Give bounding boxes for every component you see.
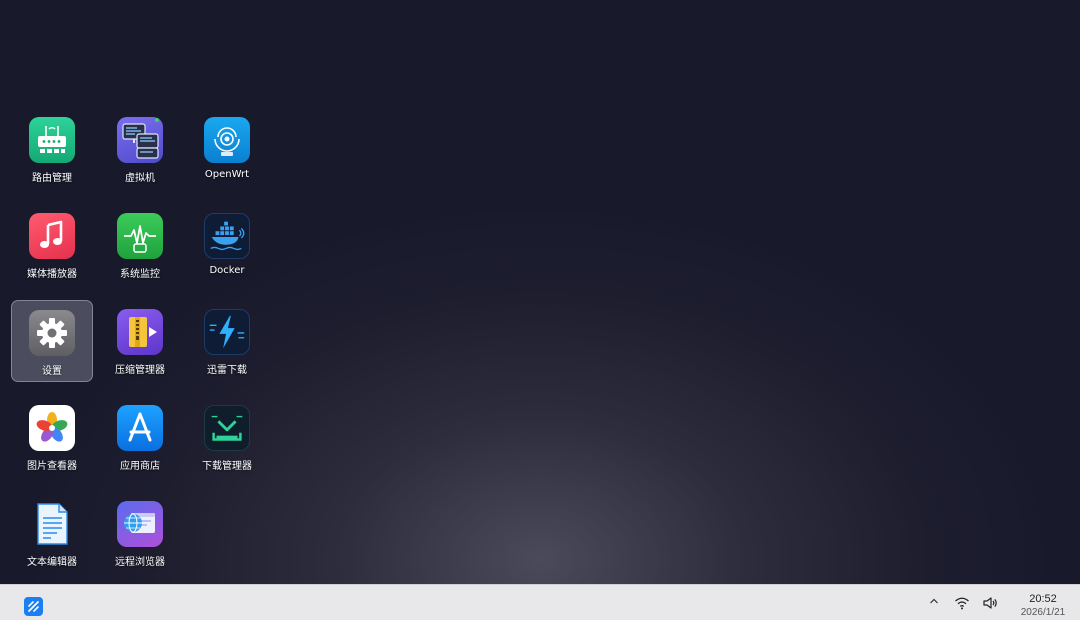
- app-docker[interactable]: Docker: [186, 204, 268, 286]
- app-label: 系统监控: [120, 269, 160, 280]
- photo-flower-icon: [29, 405, 75, 451]
- clock-date: 2026/1/21: [1020, 607, 1066, 618]
- document-icon: [29, 501, 75, 547]
- app-download-manager[interactable]: 下载管理器: [186, 396, 268, 478]
- app-label: 应用商店: [120, 461, 160, 472]
- taskbar: 20:52 2026/1/21: [0, 584, 1080, 620]
- app-media-player[interactable]: 媒体播放器: [11, 204, 93, 286]
- lightning-icon: [204, 309, 250, 355]
- app-label: 虚拟机: [125, 173, 155, 184]
- speaker-icon[interactable]: [982, 596, 998, 610]
- virtual-machine-icon: [117, 117, 163, 163]
- chevron-up-icon[interactable]: [927, 594, 941, 608]
- download-tray-icon: [204, 405, 250, 451]
- app-thunder-download[interactable]: 迅雷下载: [186, 300, 268, 382]
- app-openwrt[interactable]: OpenWrt: [186, 108, 268, 190]
- app-label: 图片查看器: [27, 461, 77, 472]
- docker-whale-icon: [204, 213, 250, 259]
- start-logo-icon: [28, 601, 39, 612]
- app-app-store[interactable]: 应用商店: [99, 396, 181, 478]
- pulse-monitor-icon: [117, 213, 163, 259]
- app-text-editor[interactable]: 文本编辑器: [11, 492, 93, 574]
- globe-browser-icon: [117, 501, 163, 547]
- app-label: Docker: [209, 265, 245, 276]
- app-label: 路由管理: [32, 173, 72, 184]
- wifi-icon[interactable]: [954, 596, 970, 610]
- app-label: OpenWrt: [204, 169, 250, 180]
- archive-icon: [117, 309, 163, 355]
- app-store-icon: [117, 405, 163, 451]
- app-remote-browser[interactable]: 远程浏览器: [99, 492, 181, 574]
- app-label: 文本编辑器: [27, 557, 77, 568]
- app-label: 设置: [42, 366, 62, 377]
- app-label: 下载管理器: [202, 461, 252, 472]
- app-settings[interactable]: 设置: [11, 300, 93, 382]
- app-label: 远程浏览器: [115, 557, 165, 568]
- music-note-icon: [29, 213, 75, 259]
- router-icon: [29, 117, 75, 163]
- system-clock[interactable]: 20:52 2026/1/21: [1010, 593, 1076, 619]
- clock-time: 20:52: [1029, 593, 1057, 605]
- app-label: 压缩管理器: [115, 365, 165, 376]
- app-label: 迅雷下载: [207, 365, 247, 376]
- app-photo-viewer[interactable]: 图片查看器: [11, 396, 93, 478]
- app-router[interactable]: 路由管理: [11, 108, 93, 190]
- app-system-monitor[interactable]: 系统监控: [99, 204, 181, 286]
- desktop: 路由管理 虚拟机 OpenWrt 媒体播放器 系统监控 Docker 设置 压缩…: [0, 0, 1080, 584]
- gear-icon: [29, 310, 75, 356]
- openwrt-icon: [204, 117, 250, 163]
- start-button[interactable]: [24, 597, 43, 616]
- app-label: 媒体播放器: [27, 269, 77, 280]
- app-virtual-machine[interactable]: 虚拟机: [99, 108, 181, 190]
- app-archive-manager[interactable]: 压缩管理器: [99, 300, 181, 382]
